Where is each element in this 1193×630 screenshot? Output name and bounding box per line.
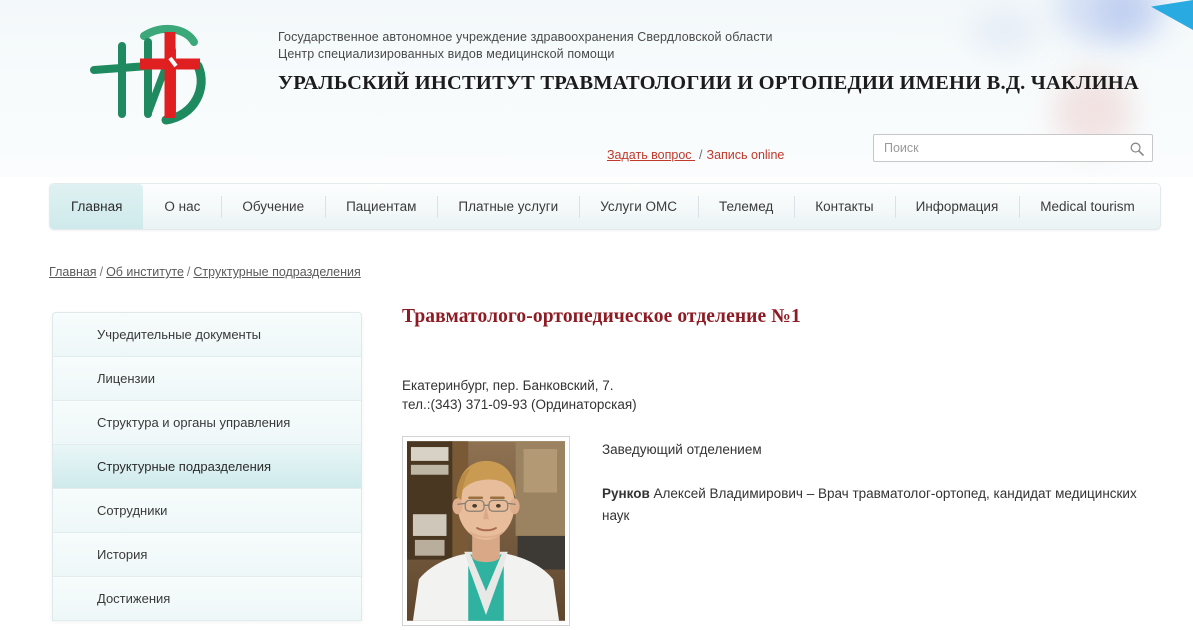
quick-links-separator: /	[699, 148, 703, 162]
breadcrumb-separator: /	[186, 265, 191, 279]
sidebar-item-6[interactable]: История	[53, 533, 361, 577]
sidebar-item-label: Достижения	[97, 591, 171, 606]
institute-title: УРАЛЬСКИЙ ИНСТИТУТ ТРАВМАТОЛОГИИ И ОРТОП…	[278, 72, 1139, 94]
breadcrumb-link-1[interactable]: Главная	[49, 265, 97, 279]
nav-item-2[interactable]: О нас	[143, 184, 221, 229]
search-icon[interactable]	[1129, 141, 1145, 157]
doctor-block: Заведующий отделением Рунков Алексей Вла…	[402, 436, 1162, 626]
nav-item-9[interactable]: Информация	[894, 184, 1020, 229]
address-line-2: тел.:(343) 371-09-93 (Ординаторская)	[402, 397, 637, 412]
header-quick-links: Задать вопрос / Запись online	[607, 148, 784, 162]
sidebar-item-4[interactable]: Структурные подразделения	[53, 445, 361, 489]
nav-item-10[interactable]: Medical tourism	[1019, 184, 1156, 229]
nav-item-label: Medical tourism	[1040, 199, 1135, 214]
doctor-info: Заведующий отделением Рунков Алексей Вла…	[602, 436, 1162, 527]
doctor-name-line: Рунков Алексей Владимирович – Врач травм…	[602, 483, 1162, 527]
page-root: Государственное автономное учреждение зд…	[0, 0, 1193, 630]
address-line-1: Екатеринбург, пер. Банковский, 7.	[402, 378, 614, 393]
doctor-credentials: Алексей Владимирович – Врач травматолог-…	[602, 486, 1137, 523]
nav-item-label: Платные услуги	[458, 199, 559, 214]
nav-item-label: Главная	[71, 199, 123, 214]
search-input[interactable]	[882, 135, 1120, 161]
nav-item-8[interactable]: Контакты	[794, 184, 894, 229]
department-address: Екатеринбург, пер. Банковский, 7. тел.:(…	[402, 376, 1162, 414]
sidebar-item-label: История	[97, 547, 148, 562]
nav-item-5[interactable]: Платные услуги	[437, 184, 579, 229]
sidebar-item-3[interactable]: Структура и органы управления	[53, 401, 361, 445]
breadcrumb: Главная / Об институте / Структурные подразд…	[49, 265, 361, 279]
site-header: Государственное автономное учреждение зд…	[0, 0, 1193, 177]
org-subtitle-line-1: Государственное автономное учреждение зд…	[278, 30, 773, 44]
breadcrumb-link-2[interactable]: Об институте	[106, 265, 184, 279]
sidebar-item-7[interactable]: Достижения	[53, 577, 361, 621]
main-navigation: Главная О нас Обучение Пациентам Платные усл…	[49, 183, 1161, 230]
page-title: Травматолого-ортопедическое отделение №1	[402, 306, 801, 327]
sidebar-item-2[interactable]: Лицензии	[53, 357, 361, 401]
nav-item-label: Услуги ОМС	[600, 199, 677, 214]
nav-item-3[interactable]: Обучение	[221, 184, 325, 229]
doctor-role: Заведующий отделением	[602, 442, 762, 457]
nav-item-label: Информация	[915, 199, 999, 214]
online-booking-link[interactable]: Запись online	[707, 148, 785, 162]
breadcrumb-link-3[interactable]: Структурные подразделения	[193, 265, 360, 279]
header-decor-blob-pale	[970, 8, 1040, 54]
nav-item-label: Обучение	[242, 199, 305, 214]
sidebar-item-label: Структура и органы управления	[97, 415, 291, 430]
sidebar-item-label: Учредительные документы	[97, 327, 262, 342]
nav-item-label: Телемед	[718, 199, 774, 214]
nav-list: Главная О нас Обучение Пациентам Платные усл…	[50, 184, 1156, 229]
org-subtitle-line-2: Центр специализированных видов медицинск…	[278, 47, 615, 61]
search-box[interactable]	[873, 134, 1153, 162]
nav-item-label: Контакты	[815, 199, 874, 214]
sidebar-item-label: Структурные подразделения	[97, 459, 272, 474]
sidebar-item-5[interactable]: Сотрудники	[53, 489, 361, 533]
ask-question-link[interactable]: Задать вопрос	[607, 148, 695, 162]
doctor-surname: Рунков	[602, 486, 650, 501]
section-sidebar: Учредительные документы Лицензии Структура…	[52, 312, 362, 621]
nav-item-6[interactable]: Услуги ОМС	[579, 184, 698, 229]
site-logo[interactable]	[86, 22, 214, 130]
nav-item-label: О нас	[164, 199, 201, 214]
nav-item-4[interactable]: Пациентам	[325, 184, 437, 229]
doctor-photo	[402, 436, 570, 626]
corner-accent-shape	[1151, 0, 1193, 30]
header-decor-blob-blue	[1055, 0, 1147, 44]
nav-item-7[interactable]: Телемед	[697, 184, 794, 229]
main-content: Травматолого-ортопедическое отделение №1…	[402, 306, 1162, 626]
breadcrumb-separator: /	[99, 265, 104, 279]
sidebar-item-1[interactable]: Учредительные документы	[53, 313, 361, 357]
nav-item-label: Пациентам	[346, 199, 417, 214]
sidebar-item-label: Лицензии	[97, 371, 155, 386]
nav-item-1[interactable]: Главная	[50, 184, 144, 229]
sidebar-item-label: Сотрудники	[97, 503, 168, 518]
